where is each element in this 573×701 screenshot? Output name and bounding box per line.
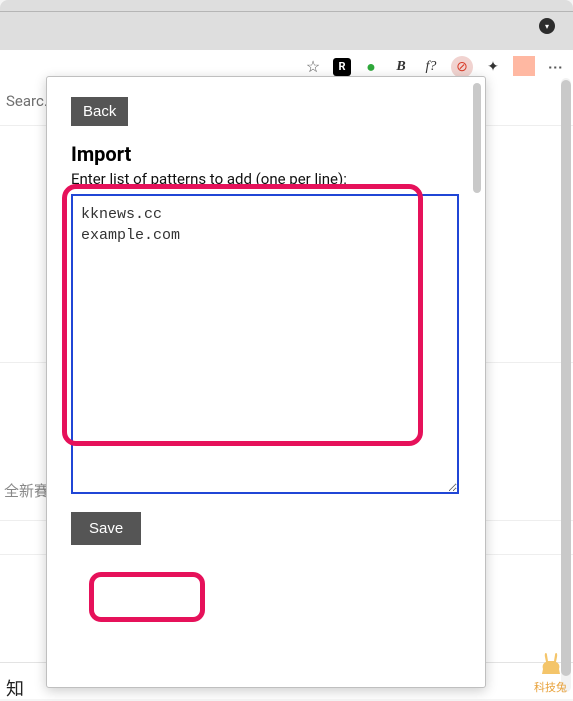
watermark-label: 科技兔 <box>534 681 567 694</box>
extensions-puzzle-icon[interactable]: ✦ <box>483 57 503 77</box>
popup-scrollbar-thumb[interactable] <box>473 83 481 193</box>
promo-text-fragment: 全新賽 <box>4 480 49 501</box>
page-scrollbar-thumb[interactable] <box>561 80 571 676</box>
extension-popup: Back Import Enter list of patterns to ad… <box>46 76 486 688</box>
back-button[interactable]: Back <box>71 97 128 126</box>
extension-r-icon[interactable]: R <box>333 58 351 76</box>
extension-block-button[interactable]: ⊘ <box>451 56 473 78</box>
bottom-text-fragment: 知 <box>6 675 24 701</box>
tab-strip[interactable] <box>0 12 573 50</box>
patterns-textarea[interactable] <box>71 194 459 494</box>
star-icon[interactable]: ☆ <box>303 57 323 77</box>
import-title: Import <box>71 142 465 166</box>
import-description: Enter list of patterns to add (one per l… <box>71 170 465 188</box>
profile-avatar[interactable] <box>513 56 535 78</box>
extension-b-icon[interactable]: B <box>391 57 411 77</box>
window-titlebar <box>0 0 573 12</box>
extension-green-icon[interactable]: ● <box>361 57 381 77</box>
window-menu-button[interactable] <box>539 18 555 34</box>
more-menu-icon[interactable]: ⋮ <box>545 57 565 77</box>
block-icon: ⊘ <box>456 59 468 75</box>
save-button[interactable]: Save <box>71 512 141 545</box>
highlight-annotation-save <box>89 572 205 622</box>
rabbit-icon <box>538 652 564 678</box>
extension-f-icon[interactable]: f? <box>421 57 441 77</box>
watermark: 科技兔 <box>534 652 567 695</box>
